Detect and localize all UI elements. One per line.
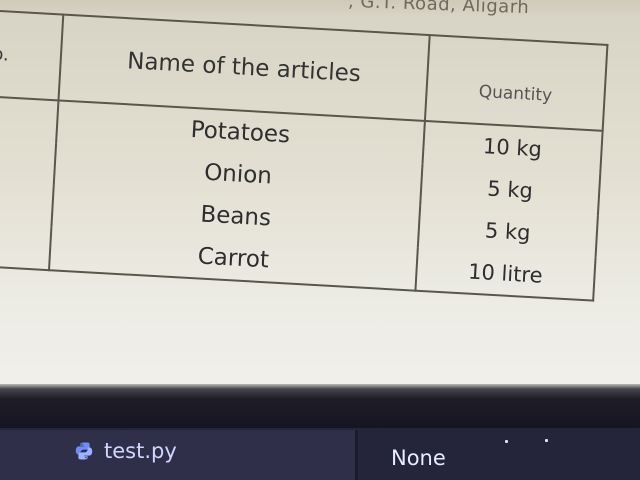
file-tab-label: test.py [104, 439, 177, 463]
header-no: No. [0, 9, 64, 101]
document-photo: , G.T. Road, Aligarh No. Name of the art… [0, 0, 640, 392]
editor-file-panel [0, 430, 355, 480]
python-icon [74, 441, 94, 461]
mouse-cursor-artifact [505, 436, 565, 446]
articles-table-wrapper: No. Name of the articles Quantity 1. Pot… [0, 0, 639, 335]
articles-table: No. Name of the articles Quantity 1. Pot… [0, 8, 608, 301]
row-number: 2. [0, 138, 57, 186]
file-tab-test-py[interactable]: test.py [74, 434, 177, 468]
output-text: None [391, 446, 446, 470]
row-quantity: 10 litre [415, 247, 596, 301]
document-address: , G.T. Road, Aligarh [347, 0, 530, 19]
monitor-bezel [0, 384, 640, 434]
row-number: 4. [0, 222, 52, 271]
header-quantity: Quantity [424, 35, 608, 131]
row-number: 3. [0, 180, 54, 228]
row-number: 1. [0, 95, 59, 144]
